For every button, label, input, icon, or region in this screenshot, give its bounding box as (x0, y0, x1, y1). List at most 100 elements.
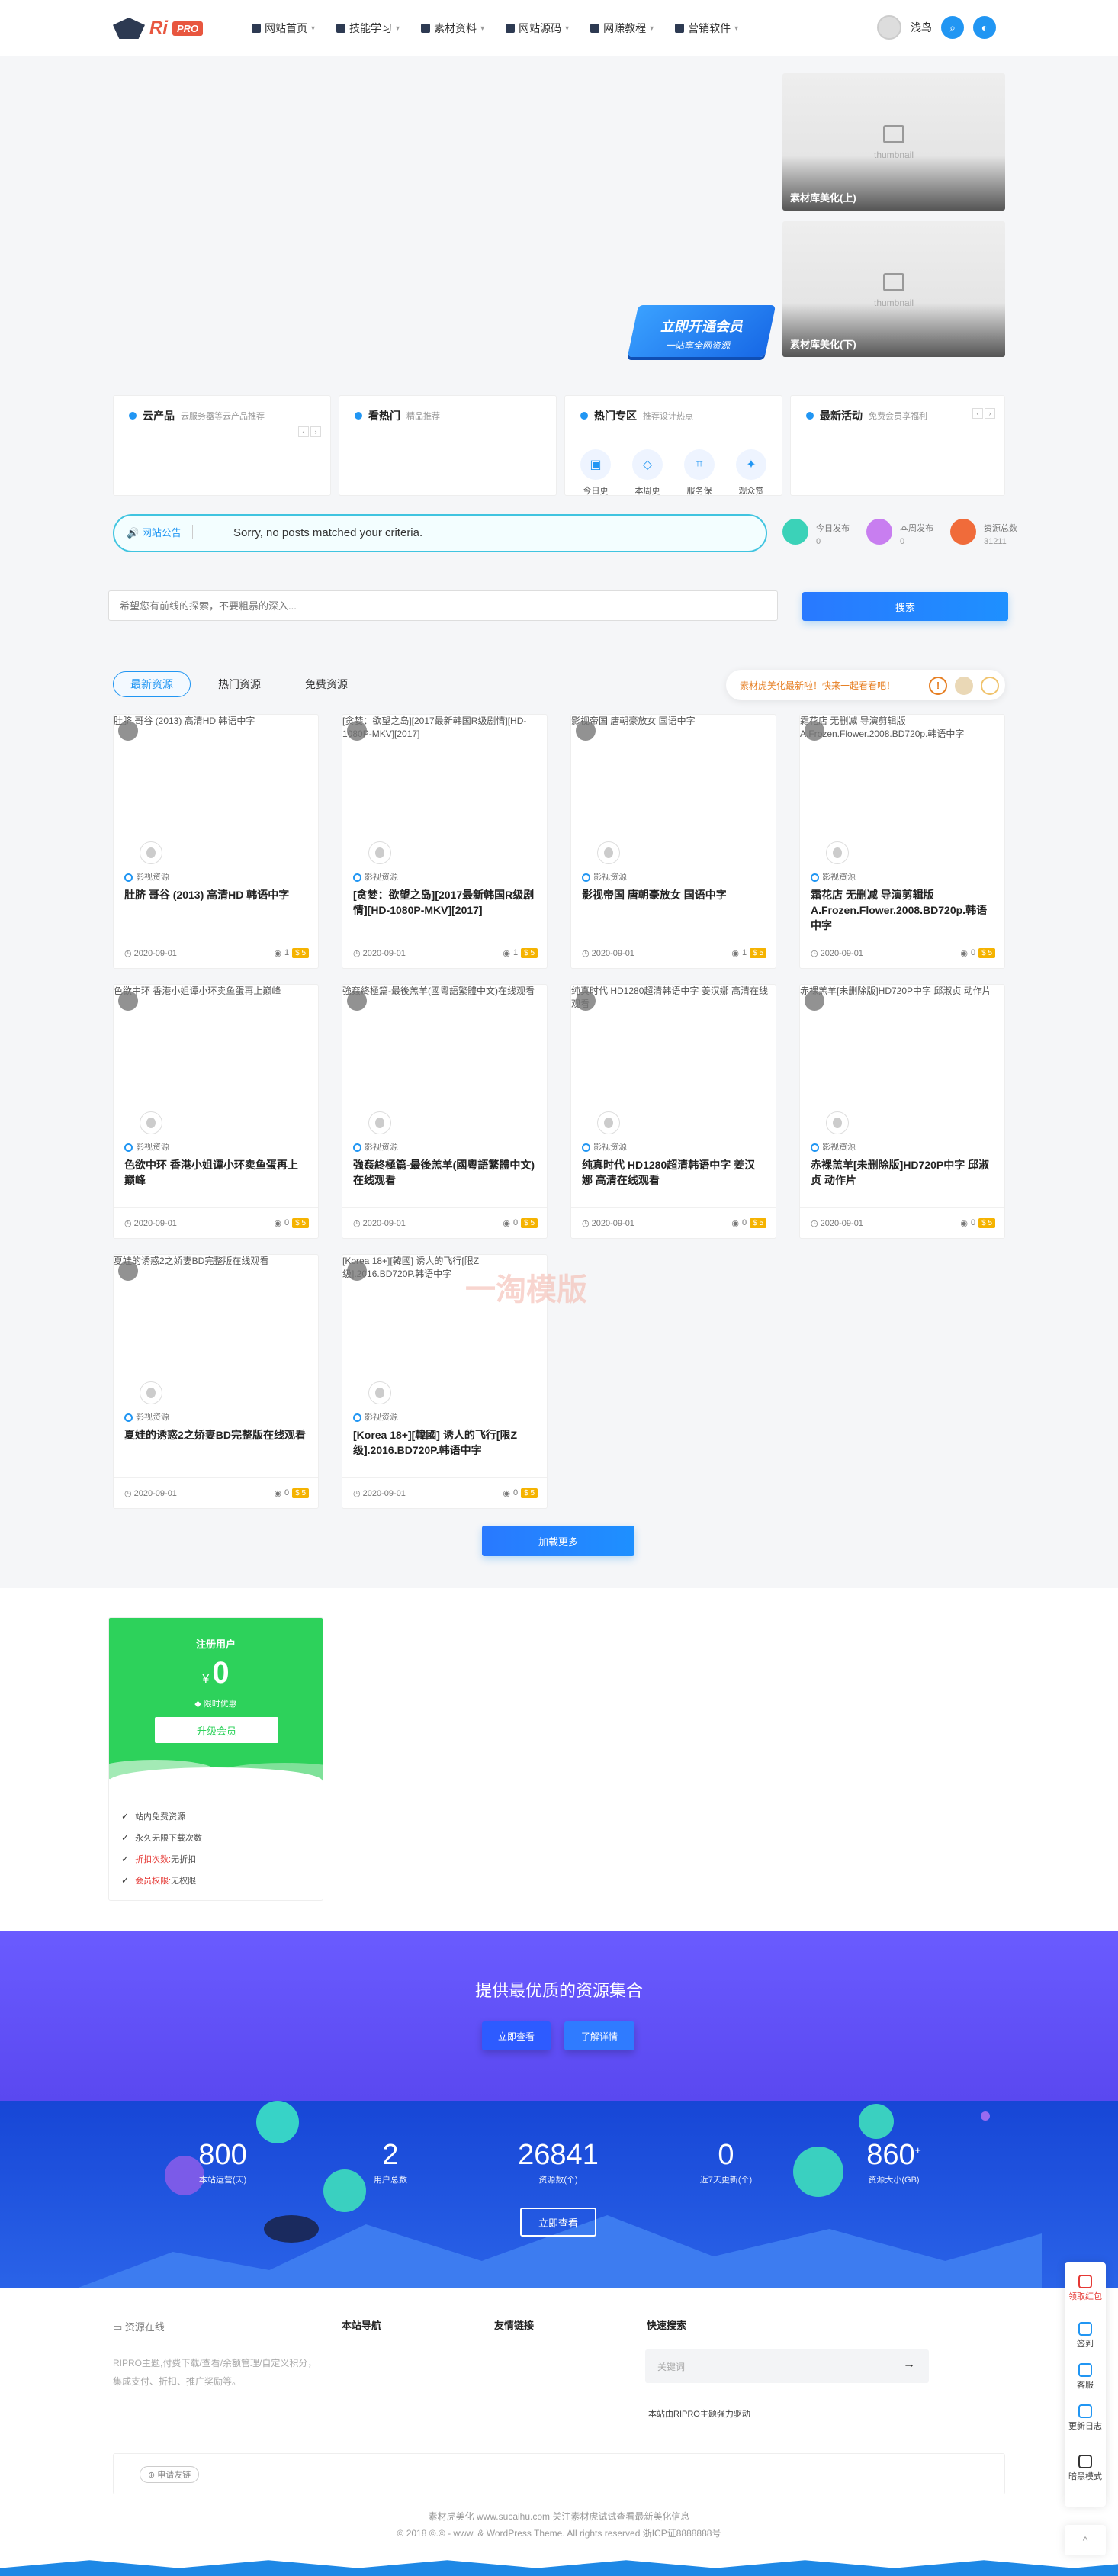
post-title[interactable]: 霜花店 无删减 导演剪辑版 A.Frozen.Flower.2008.BD720… (811, 887, 994, 933)
stats-view-button[interactable]: 立即查看 (520, 2208, 596, 2237)
tab-latest[interactable]: 最新资源 (113, 671, 191, 697)
post-card[interactable]: 色欲中环 香港小姐谭小环卖鱼蛋再上巅峰 影视资源 色欲中环 香港小姐谭小环卖鱼蛋再上… (113, 984, 319, 1239)
cta-details-button[interactable]: 了解详情 (564, 2021, 634, 2050)
bookmark-icon[interactable] (347, 1261, 367, 1281)
post-category[interactable]: 影视资源 (353, 1140, 398, 1153)
post-thumbnail[interactable]: 纯真时代 HD1280超清韩语中字 姜汉娜 高清在线观看 (571, 985, 776, 1130)
side-item-1[interactable]: 签到 (1065, 2322, 1106, 2349)
nav-item-0[interactable]: 网站首页 ▾ (252, 17, 315, 40)
post-card[interactable]: 霜花店 无删减 导演剪辑版 A.Frozen.Flower.2008.BD720… (799, 714, 1005, 969)
banner-thumb-1[interactable]: thumbnail 素材库美化(上) (782, 73, 1005, 211)
post-category[interactable]: 影视资源 (582, 870, 627, 883)
post-card[interactable]: 影视帝国 唐朝豪放女 国语中字 影视资源 影视帝国 唐朝豪放女 国语中字 ◷ 2020… (570, 714, 776, 969)
post-card[interactable]: 纯真时代 HD1280超清韩语中字 姜汉娜 高清在线观看影视资源纯真时代 HD1… (570, 984, 776, 1239)
post-title[interactable]: 肚脐 哥谷 (2013) 高清HD 韩语中字 (124, 887, 307, 902)
post-thumbnail[interactable]: [贪婪：欲望之岛][2017最新韩国R级剧情][HD-1080P-MKV][20… (342, 715, 547, 860)
bookmark-icon[interactable] (347, 721, 367, 741)
side-item-2[interactable]: 客服 (1065, 2363, 1106, 2391)
post-title[interactable]: 色欲中环 香港小姐谭小环卖鱼蛋再上巅峰 (124, 1157, 307, 1188)
side-item-4[interactable]: 暗黑模式 (1065, 2455, 1106, 2482)
bookmark-icon[interactable] (805, 991, 824, 1011)
footer-search-input[interactable]: 关键词 (657, 2360, 685, 2373)
post-title[interactable]: 強姦終極篇-最後羔羊(國粵語繁體中文) 在线观看 (353, 1157, 536, 1188)
post-category[interactable]: 影视资源 (811, 870, 856, 883)
post-card[interactable]: 夏娃的诱惑2之娇妻BD完整版在线观看 影视资源 夏娃的诱惑2之娇妻BD完整版在线观看… (113, 1254, 319, 1509)
username[interactable]: 浅鸟 (911, 20, 932, 35)
post-thumbnail[interactable]: 霜花店 无删减 导演剪辑版 A.Frozen.Flower.2008.BD720… (800, 715, 1004, 860)
side-item-3[interactable]: 更新日志 (1065, 2404, 1106, 2432)
post-card[interactable]: [贪婪：欲望之岛][2017最新韩国R级剧情][HD-1080P-MKV][20… (342, 714, 548, 969)
search-button[interactable]: 搜索 (802, 592, 1008, 621)
tab-free[interactable]: 免费资源 (288, 672, 365, 696)
avatar[interactable] (877, 15, 901, 40)
post-category[interactable]: 影视资源 (124, 870, 169, 883)
bookmark-icon[interactable] (576, 991, 596, 1011)
post-title[interactable]: 纯真时代 HD1280超清韩语中字 姜汉娜 高清在线观看 (582, 1157, 765, 1188)
prev-arrow-icon[interactable]: ‹ (298, 426, 309, 437)
post-title[interactable]: 赤裸羔羊[未删除版]HD720P中字 邱淑贞 动作片 (811, 1157, 994, 1188)
load-more-button[interactable]: 加载更多 (482, 1526, 634, 1556)
hot-item-service[interactable]: ⌗ 服务保 (676, 449, 722, 497)
hot-item-week[interactable]: ◇ 本周更 (625, 449, 670, 497)
nav-item-1[interactable]: 技能学习 ▾ (336, 17, 400, 40)
post-category[interactable]: 影视资源 (353, 1410, 398, 1423)
site-logo[interactable]: Ri PRO (113, 15, 204, 41)
post-title[interactable]: 夏娃的诱惑2之娇妻BD完整版在线观看 (124, 1427, 307, 1442)
author-avatar[interactable] (140, 1381, 162, 1404)
nav-item-2[interactable]: 素材资料 ▾ (421, 17, 484, 40)
arrow-right-icon[interactable]: → (903, 2358, 915, 2372)
search-icon[interactable]: ⌕ (941, 16, 964, 39)
tab-hot[interactable]: 热门资源 (201, 672, 278, 696)
hot-item-viewers[interactable]: ✦ 观众赏 (728, 449, 774, 497)
post-title[interactable]: 影视帝国 唐朝豪放女 国语中字 (582, 887, 765, 902)
search-input[interactable] (109, 591, 777, 620)
author-avatar[interactable] (140, 841, 162, 864)
bookmark-icon[interactable] (118, 991, 138, 1011)
side-item-0[interactable]: 领取红包 (1065, 2275, 1106, 2302)
post-category[interactable]: 影视资源 (811, 1140, 856, 1153)
open-vip-button[interactable]: 立即开通会员 一站享全网资源 (627, 305, 776, 357)
post-thumbnail[interactable]: 色欲中环 香港小姐谭小环卖鱼蛋再上巅峰 (114, 985, 318, 1130)
bookmark-icon[interactable] (576, 721, 596, 741)
post-category[interactable]: 影视资源 (124, 1140, 169, 1153)
author-avatar[interactable] (826, 1111, 849, 1134)
nav-item-3[interactable]: 网站源码 ▾ (506, 17, 569, 40)
author-avatar[interactable] (597, 1111, 620, 1134)
post-category[interactable]: 影视资源 (124, 1410, 169, 1423)
post-card[interactable]: 肚脐 哥谷 (2013) 高清HD 韩语中字 影视资源 肚脐 哥谷 (2013) 高… (113, 714, 319, 969)
promo-banner[interactable]: 素材虎美化最新啦！快来一起看看吧！ ! (726, 670, 1005, 700)
theme-toggle-icon[interactable]: ◐ (973, 16, 996, 39)
bookmark-icon[interactable] (805, 721, 824, 741)
author-avatar[interactable] (140, 1111, 162, 1134)
post-thumbnail[interactable]: 強姦終極篇-最後羔羊(國粵語繁體中文)在线观看 (342, 985, 547, 1130)
apply-link-button[interactable]: ⊕ 申请友链 (140, 2466, 200, 2483)
post-title[interactable]: [贪婪：欲望之岛][2017最新韩国R级剧情][HD-1080P-MKV][20… (353, 887, 536, 918)
back-to-top-button[interactable]: ^ (1065, 2525, 1106, 2555)
post-thumbnail[interactable]: 肚脐 哥谷 (2013) 高清HD 韩语中字 (114, 715, 318, 860)
post-category[interactable]: 影视资源 (353, 870, 398, 883)
bookmark-icon[interactable] (118, 721, 138, 741)
banner-thumb-2[interactable]: thumbnail 素材库美化(下) (782, 221, 1005, 357)
next-arrow-icon[interactable]: › (310, 426, 321, 437)
author-avatar[interactable] (368, 841, 391, 864)
author-avatar[interactable] (368, 1111, 391, 1134)
banner-thumb-title[interactable]: 素材库美化(上) (790, 190, 856, 204)
upgrade-button[interactable]: 升级会员 (155, 1717, 278, 1743)
post-thumbnail[interactable]: 夏娃的诱惑2之娇妻BD完整版在线观看 (114, 1255, 318, 1400)
cta-view-button[interactable]: 立即查看 (482, 2021, 551, 2050)
author-avatar[interactable] (368, 1381, 391, 1404)
author-avatar[interactable] (826, 841, 849, 864)
nav-item-5[interactable]: 营销软件 ▾ (675, 17, 738, 40)
bookmark-icon[interactable] (347, 991, 367, 1011)
banner-thumb-title[interactable]: 素材库美化(下) (790, 336, 856, 351)
nav-item-4[interactable]: 网赚教程 ▾ (590, 17, 654, 40)
post-title[interactable]: [Korea 18+][韓國] 诱人的飞行[限Z级].2016.BD720P.韩… (353, 1427, 536, 1458)
post-thumbnail[interactable]: 赤裸羔羊[未删除版]HD720P中字 邱淑贞 动作片 (800, 985, 1004, 1130)
prev-arrow-icon[interactable]: ‹ (972, 408, 983, 419)
footer-search-box[interactable]: 关键词 → (645, 2349, 929, 2383)
next-arrow-icon[interactable]: › (985, 408, 995, 419)
footer-logo[interactable]: ▭ 资源在线 (113, 2319, 165, 2333)
author-avatar[interactable] (597, 841, 620, 864)
bookmark-icon[interactable] (118, 1261, 138, 1281)
post-card[interactable]: 強姦終極篇-最後羔羊(國粵語繁體中文)在线观看影视资源強姦終極篇-最後羔羊(國粵… (342, 984, 548, 1239)
